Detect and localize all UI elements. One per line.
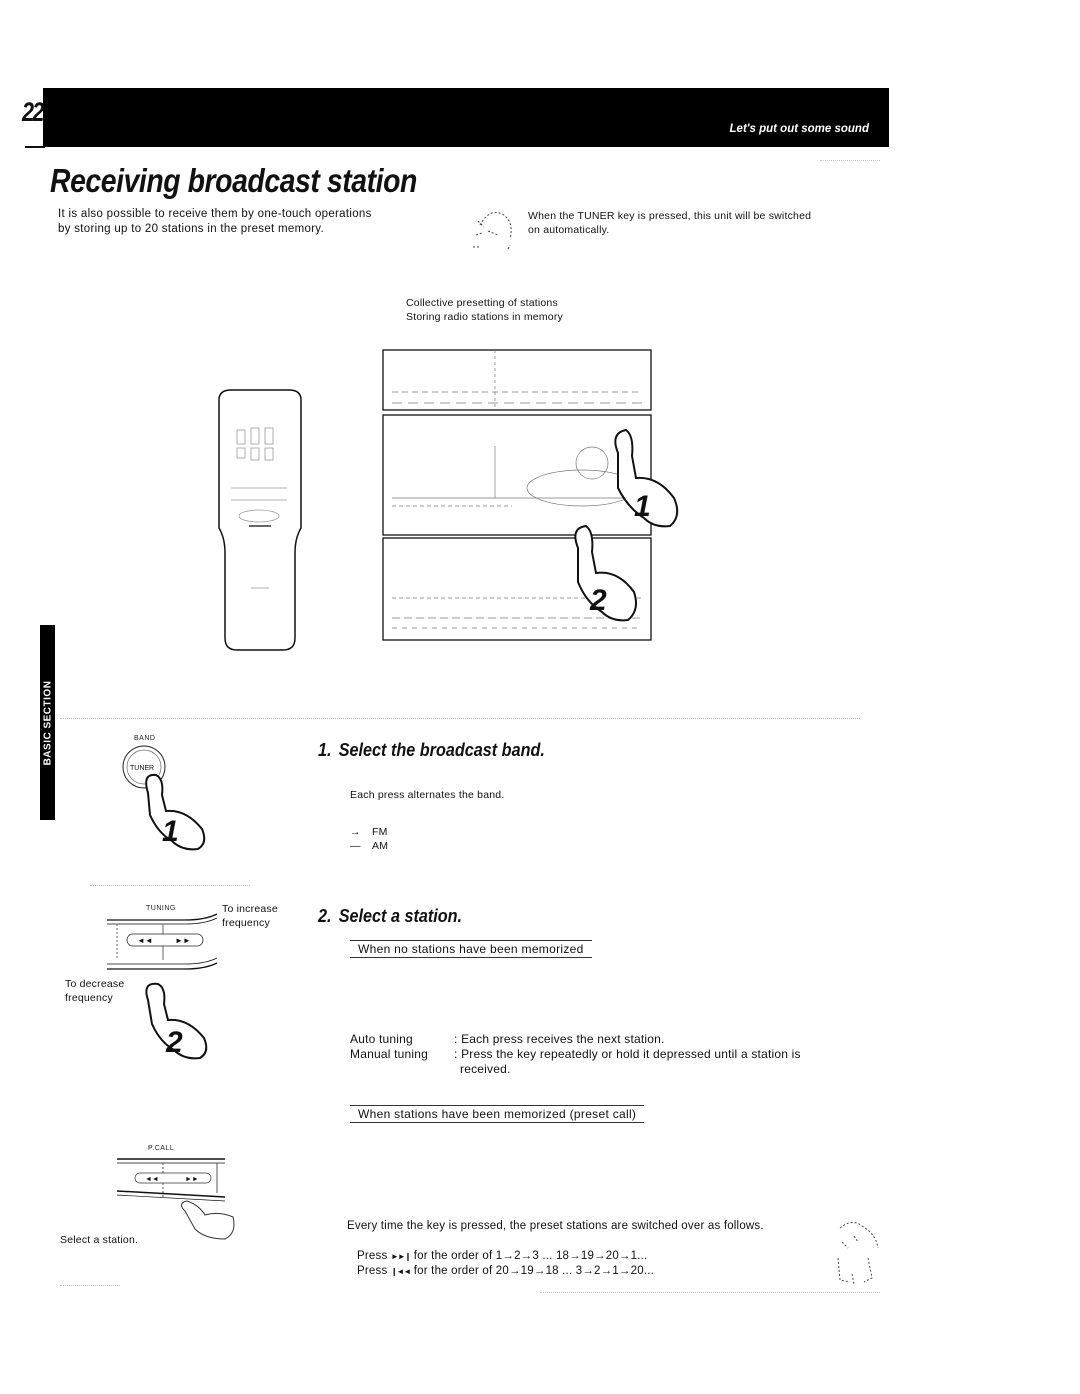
tuning-mode-label: Manual tuning <box>350 1047 428 1061</box>
band-am-label: AM <box>372 840 389 852</box>
step1-title: 1. Select the broadcast band. <box>318 740 545 761</box>
intro-right-line1: When the TUNER key is pressed, this unit… <box>528 210 812 222</box>
next-icon: ►►❙ <box>390 1252 412 1261</box>
to-increase-line2: frequency <box>222 917 270 929</box>
header-underline <box>25 146 45 148</box>
mascot-icon <box>473 212 512 250</box>
section-title: Let's put out some sound <box>729 123 869 135</box>
hand-2-number: 2 <box>165 1026 183 1059</box>
preset-order-forward: Press ►►❙ for the order of 1→2→3 ... 18→… <box>357 1249 654 1264</box>
step2-title-text: Select a station. <box>338 906 463 926</box>
intro-left-line2: by storing up to 20 stations in the pres… <box>58 223 324 235</box>
stereo-system-illustration: 1 2 <box>382 349 679 641</box>
rewind-icon: ◄◄ <box>145 1176 159 1183</box>
band-option-am: — AM <box>350 840 389 852</box>
preset-intro: Every time the key is pressed, the prese… <box>347 1220 764 1232</box>
to-increase-label: To increase frequency <box>222 902 278 930</box>
faint-divider <box>60 718 860 719</box>
intro-left: It is also possible to receive them by o… <box>58 207 458 237</box>
figure-caption-line2: Storing radio stations in memory <box>406 311 563 323</box>
to-decrease-line1: To decrease <box>65 978 125 990</box>
forward-icon: ►► <box>175 936 191 945</box>
hand-1-number: 1 <box>162 815 179 848</box>
side-tab-basic-section: BASIC SECTION <box>40 625 55 820</box>
tuning-label: TUNING <box>146 905 176 912</box>
faint-divider <box>90 885 250 886</box>
band-fm-label: FM <box>372 826 388 838</box>
faint-divider <box>60 1285 120 1286</box>
step1-description: Each press alternates the band. <box>350 789 505 801</box>
tuner-button-illustration[interactable]: TUNER 1 <box>122 745 232 851</box>
tuning-buttons-illustration: ◄◄ ►► <box>107 913 218 970</box>
figure-caption-line1: Collective presetting of stations <box>406 297 558 309</box>
band-label: BAND <box>134 735 156 742</box>
section-header-bar: Let's put out some sound <box>43 88 889 147</box>
pointing-hand-2-icon: 2 <box>145 982 208 1060</box>
intro-right-line2: on automatically. <box>528 224 610 236</box>
step2-number: 2. <box>318 906 332 926</box>
page-title: Receiving broadcast station <box>50 162 417 199</box>
pointing-hand-icon <box>181 1200 235 1240</box>
tuning-mode-label: Auto tuning <box>350 1032 413 1046</box>
rewind-icon: ◄◄ <box>137 936 153 945</box>
memory-heading: When stations have been memorized (prese… <box>350 1105 645 1123</box>
band-option-fm: → FM <box>350 826 388 838</box>
remote-control-illustration <box>218 389 302 651</box>
step1-number: 1. <box>318 740 332 760</box>
preset-call-illustration: ◄◄ ►► <box>116 1158 235 1240</box>
select-station-caption: Select a station. <box>60 1234 139 1246</box>
order-text: for the order of 1→2→3 ... 18→19→20→1... <box>413 1250 648 1262</box>
hand-2-number: 2 <box>589 584 607 617</box>
to-decrease-line2: frequency <box>65 992 113 1004</box>
tuning-mode-description: : Press the key repeatedly or hold it de… <box>454 1047 801 1061</box>
forward-icon: ►► <box>185 1176 199 1183</box>
tuning-modes: Auto tuning : Each press receives the ne… <box>350 1032 890 1077</box>
mascot-icon <box>837 1222 879 1285</box>
page-number: 22 <box>22 97 44 127</box>
preset-order-reverse: Press ❙◄◄ for the order of 20→19→18 ... … <box>357 1264 654 1279</box>
tuner-button-label: TUNER <box>130 765 154 772</box>
faint-divider <box>540 1292 880 1293</box>
pcall-label: P.CALL <box>148 1145 175 1152</box>
order-text: for the order of 20→19→18 ... 3→2→1→20..… <box>413 1265 655 1277</box>
tuning-mode-auto: Auto tuning : Each press receives the ne… <box>350 1032 890 1047</box>
faint-print-artifact <box>820 160 880 169</box>
intro-left-line1: It is also possible to receive them by o… <box>58 208 372 220</box>
tuning-mode-description-cont: received. <box>460 1062 511 1076</box>
to-increase-line1: To increase <box>222 903 278 915</box>
to-decrease-label: To decrease frequency <box>65 977 124 1005</box>
intro-right: When the TUNER key is pressed, this unit… <box>528 209 888 237</box>
figure-caption: Collective presetting of stations Storin… <box>406 296 563 324</box>
band-cycle: → FM — AM <box>350 825 388 853</box>
side-tab-label: BASIC SECTION <box>42 680 53 765</box>
press-label: Press <box>357 1250 388 1262</box>
no-memory-heading: When no stations have been memorized <box>350 940 592 958</box>
hand-1-number: 1 <box>634 490 651 523</box>
step2-title: 2. Select a station. <box>318 906 462 927</box>
tuning-mode-manual: Manual tuning : Press the key repeatedly… <box>350 1047 890 1062</box>
pointing-hand-1-icon: 1 <box>145 773 206 851</box>
preset-orders: Press ►►❙ for the order of 1→2→3 ... 18→… <box>357 1249 654 1279</box>
tuning-mode-description: : Each press receives the next station. <box>454 1032 665 1046</box>
press-label: Press <box>357 1265 388 1277</box>
step1-title-text: Select the broadcast band. <box>338 740 545 760</box>
prev-icon: ❙◄◄ <box>390 1267 412 1276</box>
